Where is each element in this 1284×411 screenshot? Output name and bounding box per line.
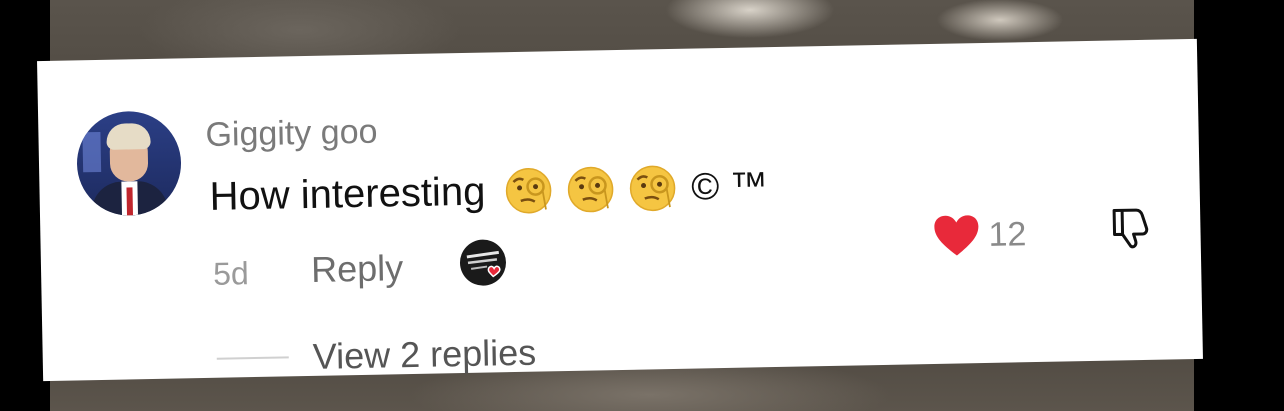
comment-card: Giggity goo How interesting © ™ 5d Reply… <box>37 38 1203 382</box>
thumbs-down-icon[interactable] <box>1108 204 1155 251</box>
comment-username[interactable]: Giggity goo <box>205 113 378 155</box>
reply-button[interactable]: Reply <box>311 247 404 291</box>
view-replies-button[interactable]: View 2 replies <box>216 331 537 380</box>
like-count: 12 <box>988 214 1027 254</box>
monocle-face-emoji-icon <box>629 165 676 212</box>
screen: Giggity goo How interesting © ™ 5d Reply… <box>0 0 1284 411</box>
heart-icon <box>934 215 979 256</box>
creator-liked-avatar-icon <box>459 239 506 286</box>
comment-symbols: © ™ <box>690 164 769 209</box>
comment-text: How interesting <box>209 169 486 219</box>
user-avatar[interactable] <box>76 110 183 217</box>
monocle-face-emoji-icon <box>567 166 614 213</box>
comment-text-row: How interesting © ™ <box>209 161 768 222</box>
like-button[interactable]: 12 <box>932 212 1027 258</box>
replies-divider <box>216 356 289 360</box>
comment-age: 5d <box>212 255 250 292</box>
monocle-face-emoji-icon <box>505 168 552 214</box>
view-replies-label: View 2 replies <box>312 331 537 377</box>
